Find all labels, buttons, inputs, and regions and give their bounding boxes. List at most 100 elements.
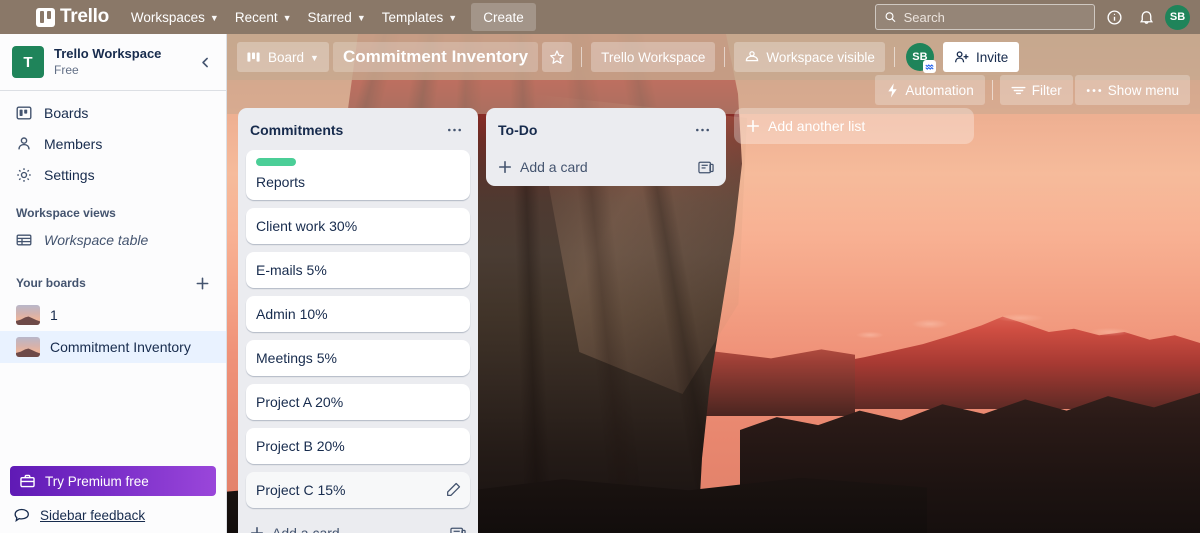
sidebar-board-1[interactable]: 1 <box>0 299 226 331</box>
list-header: Commitments <box>242 116 474 150</box>
filter-icon <box>1011 86 1026 94</box>
header-divider <box>581 47 583 67</box>
board-lists-container: Commitments Reports Client work 30% E-ma… <box>227 108 1200 533</box>
card-label-green <box>256 158 296 166</box>
trello-logo-icon <box>36 7 55 27</box>
star-icon[interactable] <box>542 42 573 72</box>
add-card-label: Add a card <box>520 159 588 175</box>
card-project-b[interactable]: Project B 20% <box>246 428 470 464</box>
card-title: Client work 30% <box>256 218 358 234</box>
automation-button[interactable]: Automation <box>875 75 985 105</box>
card-title: Project C 15% <box>256 482 346 498</box>
add-card-left-group: Add a card <box>498 159 588 175</box>
nav-menu-recent[interactable]: Recent ▼ <box>227 4 300 30</box>
sidebar-board-commitment-inventory-label: Commitment Inventory <box>50 339 191 355</box>
card-emails[interactable]: E-mails 5% <box>246 252 470 288</box>
person-icon <box>16 136 32 152</box>
add-card-button-todo[interactable]: Add a card <box>490 150 722 182</box>
list-menu-button[interactable] <box>442 118 466 142</box>
header-divider <box>893 47 895 67</box>
card-list: Reports Client work 30% E-mails 5% Admin… <box>242 150 474 508</box>
sidebar-item-members[interactable]: Members <box>8 130 218 158</box>
sidebar-board-1-label: 1 <box>50 307 58 323</box>
card-client-work[interactable]: Client work 30% <box>246 208 470 244</box>
apps-grid-icon[interactable] <box>10 9 26 25</box>
search-input[interactable] <box>903 9 1086 25</box>
board-title[interactable]: Commitment Inventory <box>332 42 539 72</box>
board-toolbar: Automation Filter Show menu <box>227 72 1200 108</box>
top-navigation-bar: Trello Workspaces ▼ Recent ▼ Starred ▼ T… <box>0 0 1200 34</box>
sidebar-item-settings-label: Settings <box>44 167 95 183</box>
chevron-down-icon: ▼ <box>448 13 458 23</box>
card-template-icon[interactable] <box>450 526 466 533</box>
board-member-avatar[interactable]: SB <box>905 43 936 73</box>
add-board-button[interactable] <box>190 271 214 295</box>
ellipsis-icon <box>1086 88 1101 92</box>
toolbar-divider <box>991 80 993 100</box>
ellipsis-icon <box>447 128 461 132</box>
add-card-label: Add a card <box>272 525 340 533</box>
try-premium-button[interactable]: Try Premium free <box>10 466 216 496</box>
trello-logo-text: Trello <box>60 6 109 27</box>
nav-menu-recent-label: Recent <box>234 9 278 25</box>
card-title: Project B 20% <box>256 438 345 454</box>
card-title: E-mails 5% <box>256 262 327 278</box>
sidebar-feedback-label: Sidebar feedback <box>40 508 146 523</box>
plus-icon <box>498 160 512 174</box>
your-boards-section: Your boards <box>0 257 226 299</box>
sidebar-item-settings[interactable]: Settings <box>8 161 218 189</box>
search-box[interactable] <box>875 4 1095 30</box>
your-boards-list: 1 Commitment Inventory <box>0 299 226 363</box>
sidebar-board-commitment-inventory[interactable]: Commitment Inventory <box>0 331 226 363</box>
board-view-switcher[interactable]: Board ▼ <box>237 42 329 72</box>
card-project-c[interactable]: Project C 15% <box>246 472 470 508</box>
card-reports[interactable]: Reports <box>246 150 470 200</box>
sidebar-item-workspace-table[interactable]: Workspace table <box>8 226 218 254</box>
gear-icon <box>16 167 32 183</box>
nav-menu-templates[interactable]: Templates ▼ <box>374 4 465 30</box>
list-title[interactable]: Commitments <box>250 122 343 138</box>
sidebar-item-members-label: Members <box>44 136 103 152</box>
card-meetings[interactable]: Meetings 5% <box>246 340 470 376</box>
list-menu-button[interactable] <box>690 118 714 142</box>
pencil-icon[interactable] <box>446 482 462 498</box>
filter-button[interactable]: Filter <box>999 75 1073 105</box>
try-premium-label: Try Premium free <box>45 473 149 489</box>
sidebar-collapse-button[interactable] <box>194 51 216 73</box>
chevron-down-icon: ▼ <box>310 53 319 63</box>
card-title: Meetings 5% <box>256 350 337 366</box>
list-title[interactable]: To-Do <box>498 122 537 138</box>
sidebar-item-workspace-table-label: Workspace table <box>44 232 149 248</box>
board-workspace-name[interactable]: Trello Workspace <box>591 42 716 72</box>
bell-icon[interactable] <box>1133 4 1159 30</box>
card-admin[interactable]: Admin 10% <box>246 296 470 332</box>
table-icon <box>16 232 32 248</box>
search-icon <box>885 12 896 23</box>
invite-label: Invite <box>975 49 1009 65</box>
nav-menu-templates-label: Templates <box>381 9 444 25</box>
card-template-icon[interactable] <box>698 160 714 175</box>
sidebar-feedback-link[interactable]: Sidebar feedback <box>10 496 216 525</box>
add-another-list-button[interactable]: Add another list <box>734 108 974 144</box>
sidebar-item-boards-label: Boards <box>44 105 89 121</box>
workspace-name: Trello Workspace <box>54 46 162 61</box>
header-divider <box>724 47 726 67</box>
your-boards-label: Your boards <box>16 276 86 290</box>
trello-app-window: Trello Workspaces ▼ Recent ▼ Starred ▼ T… <box>0 0 1200 533</box>
nav-menu-workspaces[interactable]: Workspaces ▼ <box>123 4 227 30</box>
card-project-a[interactable]: Project A 20% <box>246 384 470 420</box>
sidebar-item-boards[interactable]: Boards <box>8 99 218 127</box>
card-title: Reports <box>256 174 306 190</box>
info-circle-icon[interactable] <box>1101 4 1127 30</box>
automation-label: Automation <box>905 82 974 98</box>
trello-logo[interactable]: Trello <box>32 6 113 28</box>
board-visibility-button[interactable]: Workspace visible <box>734 42 885 72</box>
create-button[interactable]: Create <box>471 3 536 31</box>
card-title: Project A 20% <box>256 394 344 410</box>
add-card-left-group: Add a card <box>250 525 340 533</box>
show-menu-button[interactable]: Show menu <box>1074 75 1190 105</box>
user-avatar[interactable]: SB <box>1165 4 1190 30</box>
invite-button[interactable]: Invite <box>942 42 1020 72</box>
nav-menu-starred[interactable]: Starred ▼ <box>300 4 374 30</box>
add-card-button-commitments[interactable]: Add a card <box>242 516 474 533</box>
